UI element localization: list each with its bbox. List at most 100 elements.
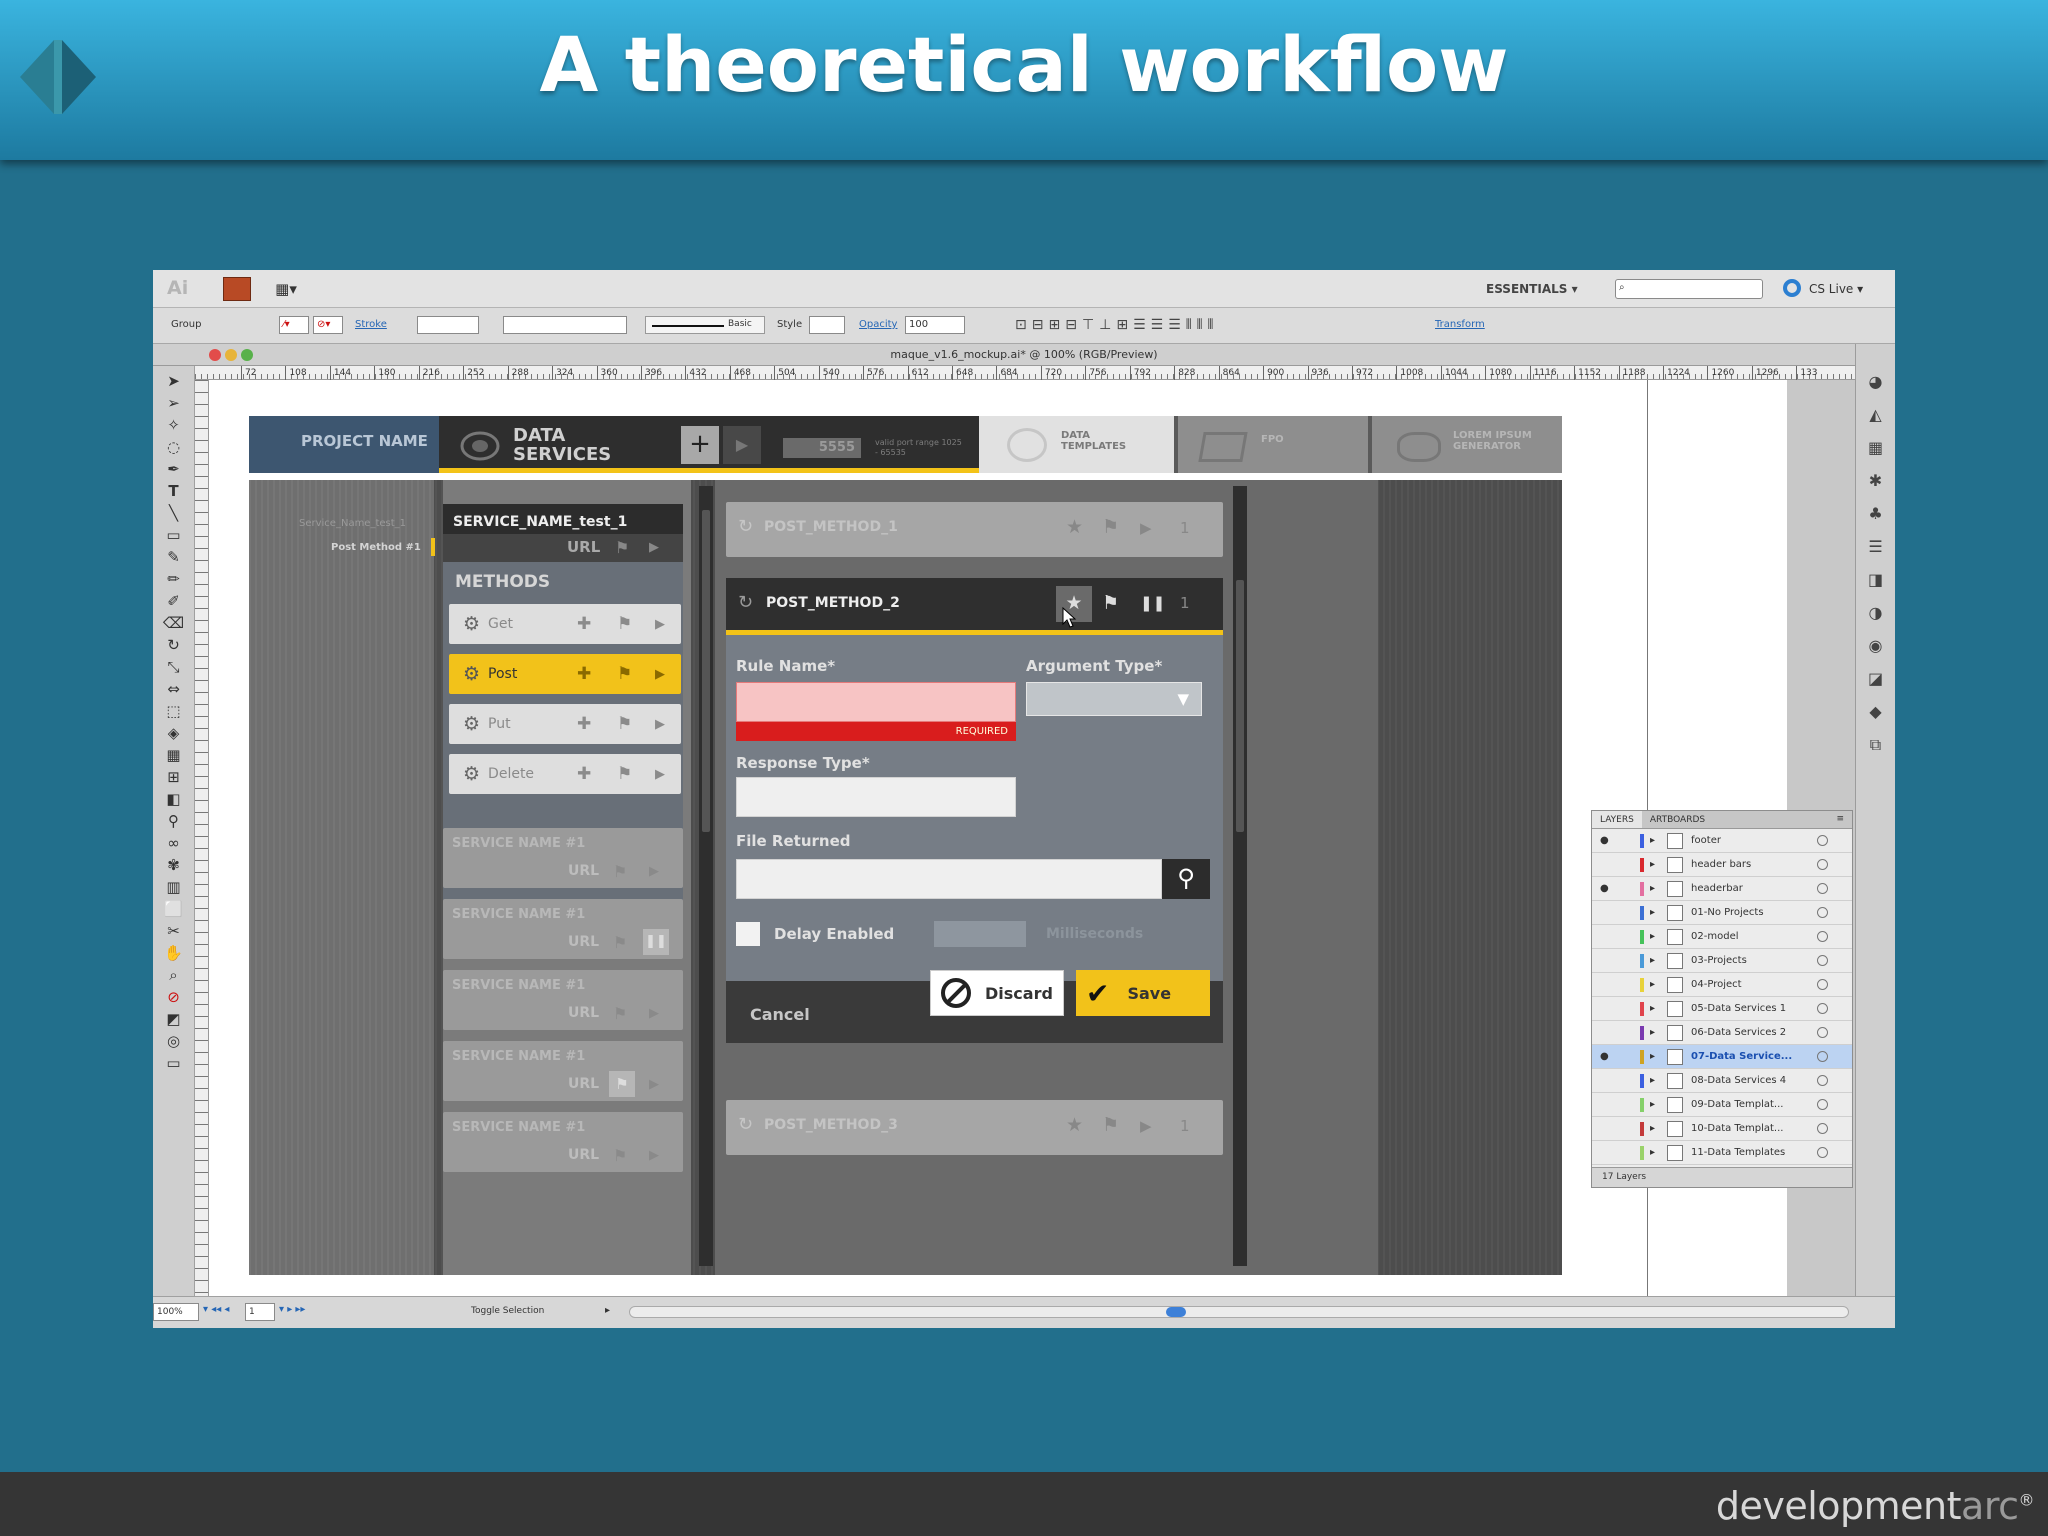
expand-triangle-icon[interactable]: ▸ <box>1650 883 1655 894</box>
distribute-right-icon[interactable]: ⫴ <box>1208 317 1214 337</box>
flag-icon[interactable]: ⚑ <box>609 1071 635 1097</box>
bridge-icon[interactable] <box>223 277 251 301</box>
layer-row[interactable]: ● ▸ footer <box>1592 829 1852 853</box>
argument-type-select[interactable]: ▼ <box>1026 682 1202 716</box>
stroke-link[interactable]: Stroke <box>355 319 387 330</box>
visibility-eye-icon[interactable]: ● <box>1600 883 1612 894</box>
align-middle-icon[interactable]: ⊥ <box>1099 317 1111 337</box>
layer-row[interactable]: ▸ 02-model <box>1592 925 1852 949</box>
layer-row[interactable]: ● ▸ headerbar <box>1592 877 1852 901</box>
expand-triangle-icon[interactable]: ▸ <box>1650 1003 1655 1014</box>
service-card[interactable]: SERVICE NAME #1 URL ⚑ ❚❚ <box>443 899 683 959</box>
fill-stroke-swatch-icon[interactable]: ⊘ <box>167 988 180 1006</box>
layer-target-icon[interactable] <box>1817 883 1829 894</box>
visibility-eye-icon[interactable]: ● <box>1600 1051 1612 1062</box>
pause-icon[interactable]: ❚❚ <box>643 929 669 955</box>
lasso-tool-icon[interactable]: ◌ <box>167 438 180 456</box>
draw-mode-icon[interactable]: ◎ <box>167 1032 180 1050</box>
play-icon[interactable]: ▶ <box>655 717 665 732</box>
blob-brush-tool-icon[interactable]: ✐ <box>167 592 180 610</box>
eraser-tool-icon[interactable]: ⌫ <box>163 614 184 632</box>
selection-tool-icon[interactable]: ➤ <box>167 372 180 390</box>
cs-live-menu[interactable]: CS Live ▾ <box>1809 282 1863 296</box>
star-icon[interactable]: ★ <box>1066 1114 1083 1136</box>
distribute-center-icon[interactable]: ⫴ <box>1197 317 1203 337</box>
brush-definition-select[interactable]: Basic <box>645 316 765 334</box>
active-service-flag-icon[interactable]: ⚑ <box>615 538 629 557</box>
stroke-swatch[interactable]: ⊘▾ <box>313 316 343 334</box>
service-card[interactable]: SERVICE NAME #1 URL ⚑ ▶ <box>443 970 683 1030</box>
service-card[interactable]: SERVICE NAME #1 URL ⚑ ▶ <box>443 828 683 888</box>
service-card[interactable]: SERVICE NAME #1 URL ⚑ ▶ <box>443 1112 683 1172</box>
file-search-button[interactable]: ⚲ <box>1162 859 1210 899</box>
flag-icon[interactable]: ⚑ <box>613 933 627 952</box>
layer-target-icon[interactable] <box>1817 859 1829 870</box>
active-service-play-icon[interactable]: ▶ <box>649 540 659 555</box>
project-name-tab[interactable]: PROJECT NAME <box>249 416 439 473</box>
layer-target-icon[interactable] <box>1817 835 1829 846</box>
swatches-icon[interactable]: ▦ <box>1868 438 1883 457</box>
play-icon[interactable]: ▶ <box>649 1148 659 1163</box>
opacity-field[interactable]: 100 <box>905 316 965 334</box>
post-method-1-row[interactable]: ↻ POST_METHOD_1 ★ ⚑ ▶ 1 <box>726 502 1223 557</box>
layer-target-icon[interactable] <box>1817 955 1829 966</box>
flag-icon[interactable]: ⚑ <box>617 714 632 734</box>
gradient-tool-icon[interactable]: ◧ <box>166 790 180 808</box>
scale-tool-icon[interactable]: ⤡ <box>167 658 179 676</box>
line-tool-icon[interactable]: ╲ <box>169 504 178 522</box>
play-icon[interactable]: ▶ <box>1140 1117 1152 1135</box>
gradient-panel-icon[interactable]: ◨ <box>1868 570 1883 589</box>
flag-icon[interactable]: ⚑ <box>617 614 632 634</box>
symbols-icon[interactable]: ♣ <box>1868 504 1882 523</box>
methods-scrollbar-thumb[interactable] <box>1236 580 1244 832</box>
panel-menu-icon[interactable]: ≡ <box>1828 811 1852 828</box>
expand-triangle-icon[interactable]: ▸ <box>1650 1147 1655 1158</box>
add-service-button[interactable]: + <box>681 426 719 464</box>
transform-link[interactable]: Transform <box>1435 319 1485 330</box>
method-delete[interactable]: ⚙ Delete ✚ ⚑ ▶ <box>449 754 681 794</box>
flag-icon[interactable]: ⚑ <box>613 1146 627 1165</box>
mesh-tool-icon[interactable]: ⊞ <box>167 768 180 786</box>
expand-triangle-icon[interactable]: ▸ <box>1650 931 1655 942</box>
pen-tool-icon[interactable]: ✒ <box>167 460 180 478</box>
horizontal-scrollbar[interactable] <box>629 1306 1849 1318</box>
cancel-link[interactable]: Cancel <box>750 1005 810 1024</box>
service-url[interactable]: URL <box>568 1147 599 1163</box>
services-scrollbar[interactable] <box>699 486 713 1266</box>
breadcrumb-service[interactable]: Service_Name_test_1 <box>299 518 406 529</box>
direct-selection-tool-icon[interactable]: ➢ <box>167 394 180 412</box>
layer-row[interactable]: ▸ 05-Data Services 1 <box>1592 997 1852 1021</box>
pause-icon[interactable]: ❚❚ <box>1140 594 1165 612</box>
add-icon[interactable]: ✚ <box>577 664 591 684</box>
paintbrush-tool-icon[interactable]: ✎ <box>167 548 180 566</box>
distribute-top-icon[interactable]: ☰ <box>1133 317 1146 337</box>
align-bottom-icon[interactable]: ⊞ <box>1116 317 1128 337</box>
expand-triangle-icon[interactable]: ▸ <box>1650 1099 1655 1110</box>
play-icon[interactable]: ▶ <box>655 617 665 632</box>
column-graph-tool-icon[interactable]: ▥ <box>166 878 180 896</box>
layer-row[interactable]: ▸ 04-Project <box>1592 973 1852 997</box>
distribute-bottom-icon[interactable]: ☰ <box>1168 317 1181 337</box>
align-left-icon[interactable]: ⊟ <box>1032 317 1044 337</box>
symbol-sprayer-tool-icon[interactable]: ✾ <box>167 856 180 874</box>
transparency-icon[interactable]: ◑ <box>1869 603 1883 622</box>
flag-icon[interactable]: ⚑ <box>613 1004 627 1023</box>
flag-icon[interactable]: ⚑ <box>617 764 632 784</box>
flag-icon[interactable]: ⚑ <box>617 664 632 684</box>
discard-button[interactable]: Discard <box>930 970 1064 1016</box>
milliseconds-input[interactable] <box>934 921 1026 947</box>
service-url[interactable]: URL <box>568 1076 599 1092</box>
variable-width-select[interactable] <box>503 316 627 334</box>
expand-triangle-icon[interactable]: ▸ <box>1650 979 1655 990</box>
service-url[interactable]: URL <box>568 863 599 879</box>
magic-wand-tool-icon[interactable]: ✧ <box>167 416 180 434</box>
type-tool-icon[interactable]: T <box>168 482 178 500</box>
layer-target-icon[interactable] <box>1817 1051 1829 1062</box>
artboards-tab[interactable]: ARTBOARDS <box>1642 811 1713 828</box>
add-icon[interactable]: ✚ <box>577 714 591 734</box>
graphic-style-select[interactable] <box>809 316 845 334</box>
flag-icon[interactable]: ⚑ <box>1102 516 1119 538</box>
expand-triangle-icon[interactable]: ▸ <box>1650 1027 1655 1038</box>
workspace-switcher[interactable]: ESSENTIALS ▾ <box>1486 282 1578 296</box>
play-icon[interactable]: ▶ <box>655 767 665 782</box>
